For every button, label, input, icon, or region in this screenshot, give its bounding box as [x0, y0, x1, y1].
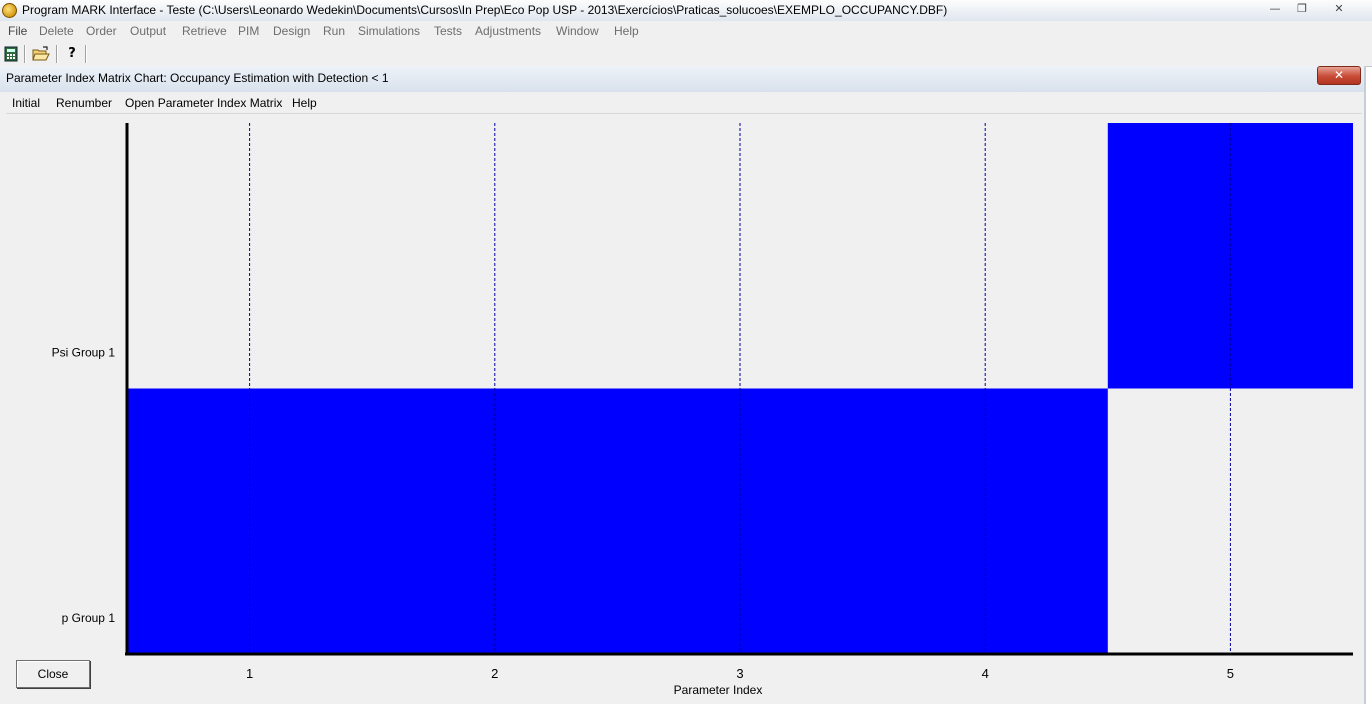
menu-help[interactable]: Help — [614, 24, 639, 38]
menu-open-pim[interactable]: Open Parameter Index Matrix — [125, 96, 282, 110]
app-title: Program MARK Interface - Teste (C:\Users… — [22, 3, 948, 17]
menu-simulations[interactable]: Simulations — [358, 24, 420, 38]
restore-button[interactable]: ❐ — [1289, 1, 1315, 17]
menu-child-help[interactable]: Help — [292, 96, 317, 110]
toolbar-separator — [24, 45, 26, 63]
toolbar-separator — [56, 45, 58, 63]
child-window-title: Parameter Index Matrix Chart: Occupancy … — [6, 71, 389, 85]
menu-delete[interactable]: Delete — [39, 24, 74, 38]
menu-tests[interactable]: Tests — [434, 24, 462, 38]
toolbar-separator — [85, 45, 87, 63]
child-close-icon[interactable]: ✕ — [1317, 66, 1361, 85]
pim-chart-window: Parameter Index Matrix Chart: Occupancy … — [0, 66, 1366, 704]
calculator-icon[interactable] — [0, 44, 22, 64]
menu-window[interactable]: Window — [556, 24, 599, 38]
open-folder-icon[interactable] — [30, 44, 52, 64]
menu-file[interactable]: File — [8, 24, 27, 38]
child-menubar: Initial Renumber Open Parameter Index Ma… — [6, 93, 1362, 114]
close-button[interactable]: Close — [16, 660, 90, 688]
minimize-button[interactable]: — — [1262, 1, 1288, 17]
menubar: File Delete Order Output Retrieve PIM De… — [0, 21, 1372, 42]
menu-adjustments[interactable]: Adjustments — [475, 24, 541, 38]
menu-initial[interactable]: Initial — [12, 96, 40, 110]
menu-pim[interactable]: PIM — [238, 24, 259, 38]
menu-renumber[interactable]: Renumber — [56, 96, 112, 110]
child-title-bar: Parameter Index Matrix Chart: Occupancy … — [0, 66, 1364, 92]
menu-order[interactable]: Order — [86, 24, 117, 38]
menu-run[interactable]: Run — [323, 24, 345, 38]
menu-design[interactable]: Design — [273, 24, 310, 38]
app-icon[interactable] — [2, 3, 17, 18]
help-button[interactable]: ? — [61, 44, 83, 64]
app-title-bar: Program MARK Interface - Teste (C:\Users… — [0, 0, 1372, 22]
menu-output[interactable]: Output — [130, 24, 166, 38]
menu-retrieve[interactable]: Retrieve — [182, 24, 227, 38]
app-close-button[interactable]: ✕ — [1326, 1, 1352, 17]
toolbar: ? — [0, 42, 1372, 67]
